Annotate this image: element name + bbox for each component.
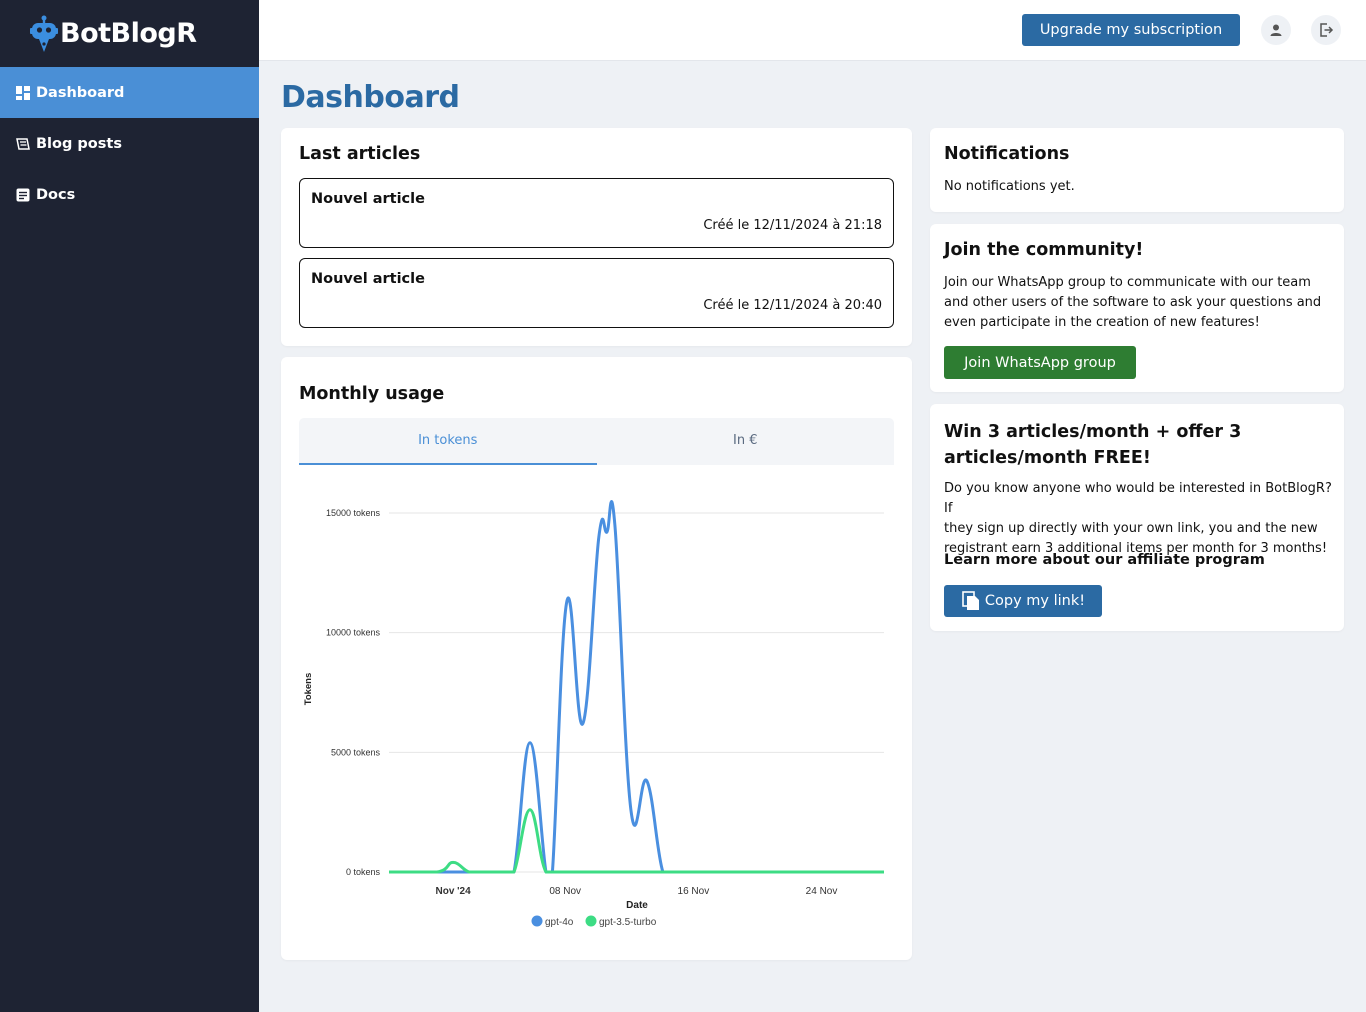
- x-tick-label: Nov '24: [435, 886, 471, 897]
- sidebar-item-dashboard[interactable]: Dashboard: [0, 67, 259, 118]
- tab-in-tokens[interactable]: In tokens: [299, 418, 597, 465]
- sidebar-item-docs[interactable]: Docs: [0, 169, 259, 220]
- sidebar-item-label: Dashboard: [36, 84, 125, 101]
- logo[interactable]: BotBlogR: [0, 0, 259, 67]
- x-tick-label: 24 Nov: [806, 886, 838, 897]
- join-whatsapp-button[interactable]: Join WhatsApp group: [944, 346, 1136, 379]
- dashboard-icon: [16, 85, 30, 100]
- community-text-line: and other users of the software to ask y…: [944, 295, 1322, 310]
- x-tick-label: 16 Nov: [678, 886, 710, 897]
- affiliate-title-line: Win 3 articles/month + offer 3: [944, 422, 1242, 442]
- article-item[interactable]: Nouvel article Créé le 12/11/2024 à 20:4…: [299, 258, 894, 328]
- usage-tabs: In tokens In €: [299, 418, 894, 465]
- affiliate-card: Win 3 articles/month + offer 3 articles/…: [930, 404, 1344, 631]
- app-name: BotBlogR: [60, 18, 197, 49]
- affiliate-learn-more-link[interactable]: Learn more about our affiliate program: [944, 552, 1265, 568]
- robot-logo-icon: [30, 15, 58, 52]
- y-axis-label: Tokens: [303, 673, 314, 706]
- copy-link-label: Copy my link!: [984, 593, 1086, 609]
- x-tick-label: 08 Nov: [549, 886, 581, 897]
- notifications-empty-text: No notifications yet.: [944, 179, 1075, 194]
- affiliate-description: Do you know anyone who would be interest…: [944, 479, 1344, 559]
- legend-marker: [531, 915, 543, 927]
- article-item[interactable]: Nouvel article Créé le 12/11/2024 à 21:1…: [299, 178, 894, 248]
- account-button[interactable]: [1261, 15, 1291, 45]
- y-tick-label: 15000 tokens: [326, 508, 381, 518]
- user-icon: [1270, 24, 1282, 36]
- community-card: Join the community! Join our WhatsApp gr…: [930, 224, 1344, 392]
- sidebar-item-label: Docs: [36, 186, 76, 203]
- affiliate-title-line: articles/month FREE!: [944, 448, 1151, 468]
- article-title: Nouvel article: [311, 191, 425, 207]
- notifications-title: Notifications: [944, 144, 1070, 164]
- monthly-usage-title: Monthly usage: [299, 384, 445, 404]
- tab-in-euros[interactable]: In €: [597, 418, 895, 465]
- community-text-line: Join our WhatsApp group to communicate w…: [944, 275, 1311, 290]
- y-tick-label: 0 tokens: [346, 867, 381, 877]
- last-articles-card: Last articles Nouvel article Créé le 12/…: [281, 128, 912, 346]
- logout-icon: [1320, 23, 1334, 37]
- affiliate-title: Win 3 articles/month + offer 3 articles/…: [944, 419, 1241, 471]
- monthly-usage-card: Monthly usage In tokens In € 0 tokens 500…: [281, 357, 912, 960]
- upgrade-subscription-button[interactable]: Upgrade my subscription: [1022, 14, 1240, 46]
- article-title: Nouvel article: [311, 271, 425, 287]
- legend-label[interactable]: gpt-4o: [545, 917, 574, 928]
- sidebar: BotBlogR Dashboard Blog posts Docs: [0, 0, 259, 1012]
- community-description: Join our WhatsApp group to communicate w…: [944, 273, 1321, 333]
- sidebar-item-blog-posts[interactable]: Blog posts: [0, 118, 259, 169]
- notifications-card: Notifications No notifications yet.: [930, 128, 1344, 212]
- series-line-gpt-4o: [389, 500, 884, 874]
- community-title: Join the community!: [944, 240, 1144, 260]
- page-title: Dashboard: [281, 80, 460, 115]
- article-date: Créé le 12/11/2024 à 21:18: [703, 218, 882, 233]
- affiliate-text-line: they sign up directly with your own link…: [944, 521, 1318, 536]
- legend-marker: [585, 915, 597, 927]
- x-axis-label: Date: [626, 900, 648, 911]
- docs-icon: [16, 188, 30, 201]
- last-articles-title: Last articles: [299, 144, 421, 164]
- y-tick-label: 5000 tokens: [331, 747, 381, 757]
- legend-label[interactable]: gpt-3.5-turbo: [599, 917, 657, 928]
- y-tick-label: 10000 tokens: [326, 628, 381, 638]
- blog-posts-icon: [16, 137, 30, 150]
- topbar: Upgrade my subscription: [259, 0, 1366, 61]
- logout-button[interactable]: [1311, 15, 1341, 45]
- copy-link-button[interactable]: Copy my link!: [944, 585, 1102, 617]
- community-text-line: even participate in the creation of new …: [944, 315, 1260, 330]
- article-date: Créé le 12/11/2024 à 20:40: [703, 298, 882, 313]
- sidebar-item-label: Blog posts: [36, 135, 122, 152]
- usage-chart: 0 tokens 5000 tokens 10000 tokens 15000 tok…: [303, 500, 884, 928]
- affiliate-text-line: Do you know anyone who would be interest…: [944, 481, 1332, 516]
- copy-icon: [962, 591, 979, 610]
